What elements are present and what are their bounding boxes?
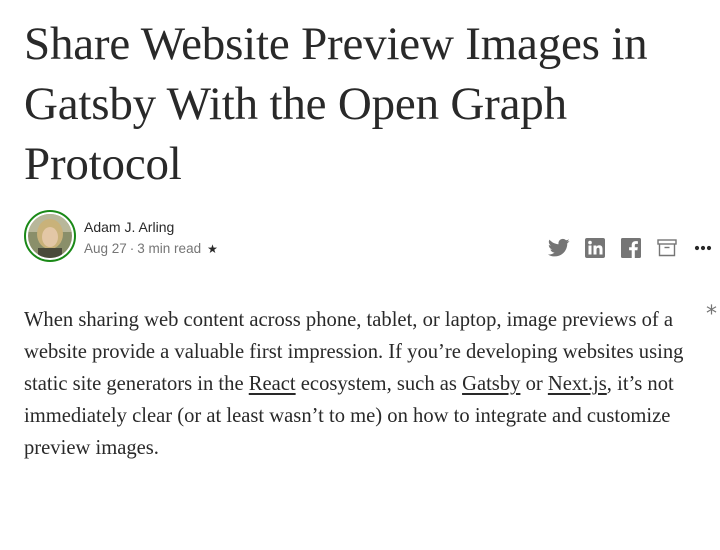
author-name[interactable]: Adam J. Arling — [84, 219, 174, 235]
article-meta: Aug 27 · 3 min read ★ — [84, 241, 218, 256]
gatsby-link[interactable]: Gatsby — [462, 373, 520, 395]
publish-date: Aug 27 — [84, 241, 127, 256]
paragraph-text: or — [520, 373, 548, 395]
read-time: 3 min read — [137, 241, 202, 256]
byline: Adam J. Arling Aug 27 · 3 min read ★ — [24, 210, 714, 266]
avatar-photo — [28, 214, 72, 258]
author-avatar[interactable] — [24, 210, 76, 262]
linkedin-icon[interactable] — [584, 237, 606, 259]
twitter-icon[interactable] — [548, 237, 570, 259]
share-actions — [548, 236, 714, 260]
meta-separator: · — [129, 241, 135, 256]
facebook-icon[interactable] — [620, 237, 642, 259]
react-link[interactable]: React — [249, 373, 296, 395]
more-icon[interactable] — [692, 237, 714, 259]
article-title: Share Website Preview Images in Gatsby W… — [24, 18, 648, 190]
member-star-icon: ★ — [207, 241, 218, 256]
bookmark-icon[interactable] — [656, 237, 678, 259]
margin-asterisk: * — [706, 302, 717, 327]
paragraph-text: ecosystem, such as — [295, 373, 463, 395]
nextjs-link[interactable]: Next.js — [548, 373, 607, 395]
article-paragraph: When sharing web content across phone, t… — [24, 304, 704, 464]
